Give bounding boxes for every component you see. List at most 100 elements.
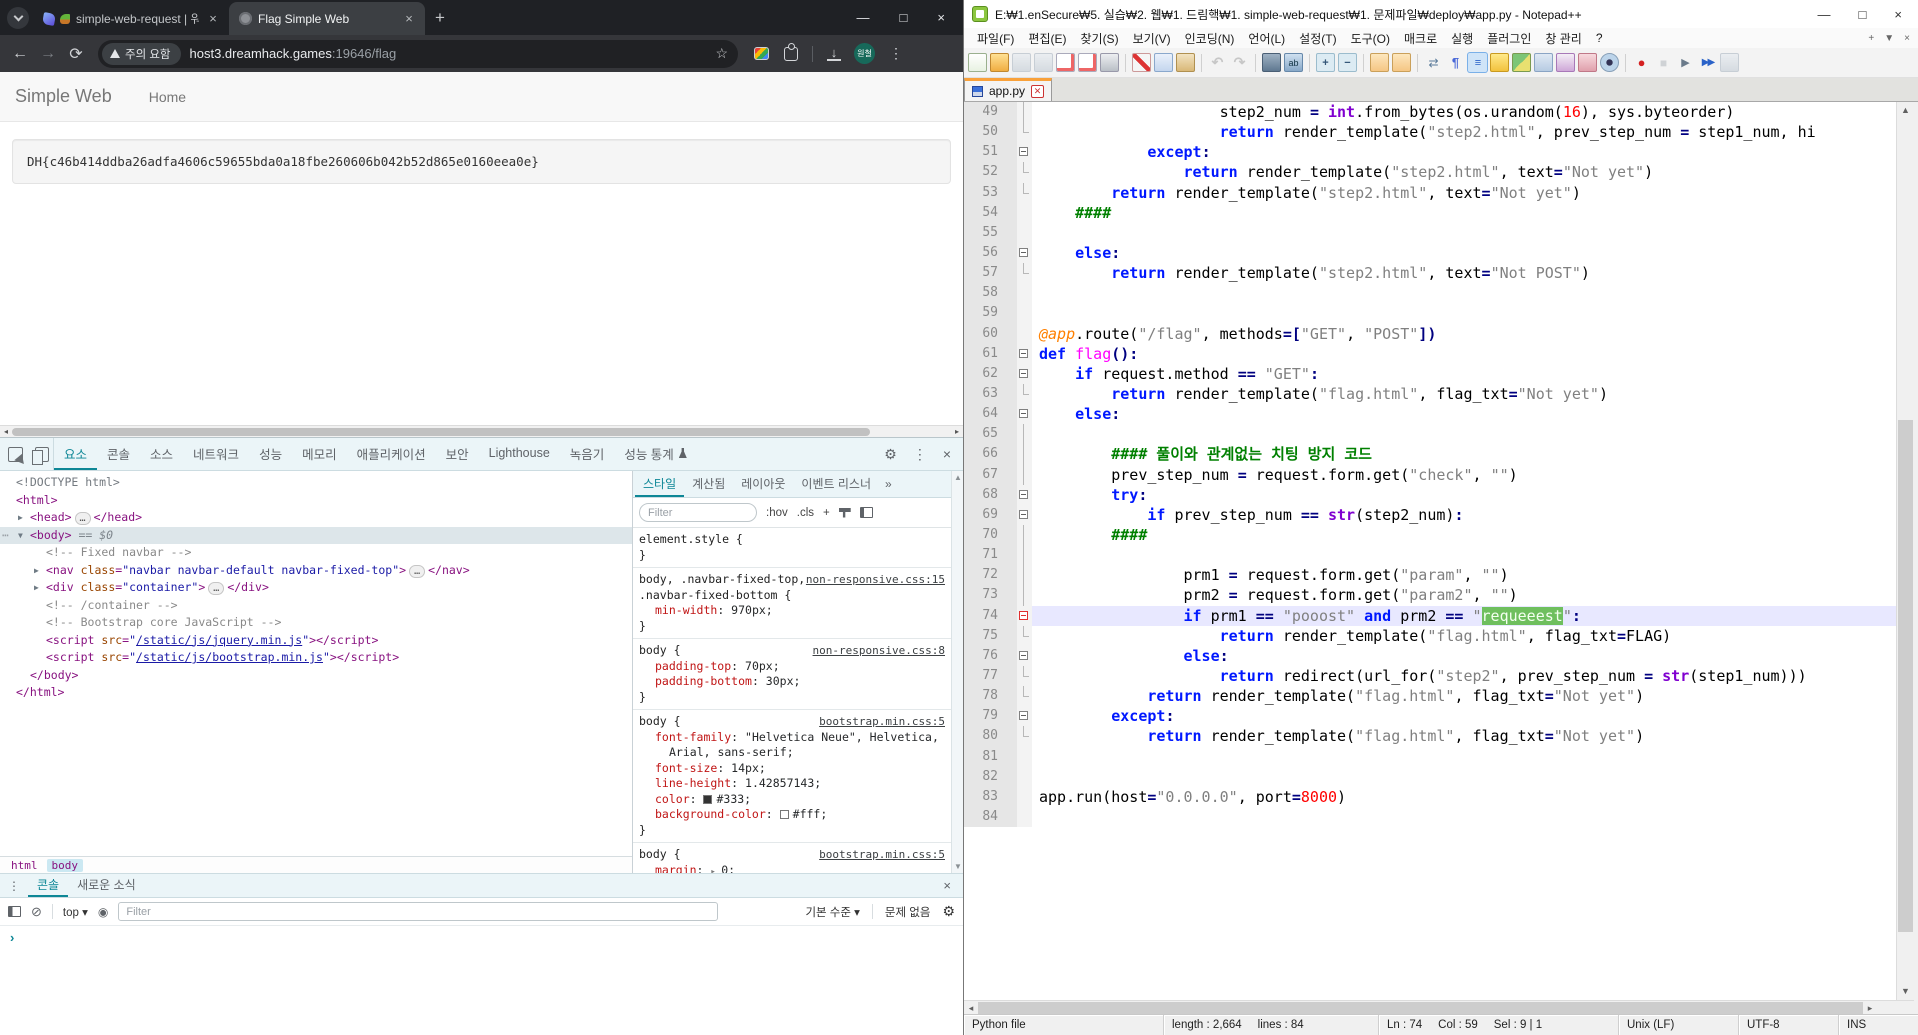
back-button[interactable]: ← <box>6 45 34 63</box>
code-line-50[interactable]: 50 return render_template("step2.html", … <box>964 122 1896 143</box>
maximize-button[interactable]: □ <box>900 10 908 25</box>
maximize-button[interactable]: □ <box>1859 7 1867 22</box>
code-line-74[interactable]: 74 if prm1 == "pooost" and prm2 == "requ… <box>964 605 1896 626</box>
scroll-right-icon[interactable]: ▸ <box>1863 1001 1877 1015</box>
code-line-64[interactable]: 64 else: <box>964 404 1896 425</box>
fold-margin[interactable] <box>1017 102 1032 123</box>
sidebar-layout-icon[interactable] <box>859 507 873 518</box>
stylesheet-link[interactable]: bootstrap.min.css:5 <box>819 714 945 730</box>
menu-도구(O)[interactable]: 도구(O) <box>1344 30 1397 47</box>
styles-tab-스타일[interactable]: 스타일 <box>635 471 685 497</box>
bookmark-margin[interactable] <box>1004 404 1017 425</box>
code-line-83[interactable]: 83 app.run(host="0.0.0.0", port=8000) <box>964 786 1896 807</box>
code-line-71[interactable]: 71 <box>964 545 1896 566</box>
tree-row[interactable]: ▶ <head>… </head> <box>0 509 632 527</box>
devtools-tab-성능[interactable]: 성능 <box>249 438 292 470</box>
console-tab-콘솔[interactable]: 콘솔 <box>28 874 69 897</box>
show-all-characters-icon[interactable]: ¶ <box>1446 53 1465 72</box>
address-bar[interactable]: 주의 요함 host3.dreamhack.games:19646/flag ☆ <box>98 39 738 68</box>
fold-margin[interactable] <box>1017 786 1032 807</box>
live-expression-eye-icon[interactable]: ◉ <box>98 905 108 919</box>
code-line-68[interactable]: 68 try: <box>964 484 1896 505</box>
bookmark-margin[interactable] <box>1004 323 1017 344</box>
code-line-56[interactable]: 56 else: <box>964 242 1896 264</box>
site-brand[interactable]: Simple Web <box>0 86 127 107</box>
toggle-hover-state-button[interactable]: :hov <box>766 507 788 519</box>
devtools-tab-요소[interactable]: 요소 <box>54 438 98 470</box>
fold-margin[interactable] <box>1017 524 1032 546</box>
bookmark-margin[interactable] <box>1004 786 1017 807</box>
bookmark-margin[interactable] <box>1004 283 1017 304</box>
menu-right-glyph[interactable]: + <box>1868 33 1874 44</box>
style-rule[interactable]: non-responsive.css:15 body, .navbar-fixed… <box>633 568 951 639</box>
bookmark-margin[interactable] <box>1004 726 1017 747</box>
color-swatch[interactable] <box>703 794 713 804</box>
drawer-kebab-icon[interactable]: ⋮ <box>0 874 28 897</box>
code-line-62[interactable]: 62 if request.method == "GET": <box>964 363 1896 384</box>
bookmark-margin[interactable] <box>1004 746 1017 767</box>
replace-icon[interactable]: ab <box>1284 53 1303 72</box>
devtools-tab-보안[interactable]: 보안 <box>436 438 479 470</box>
bookmark-margin[interactable] <box>1004 363 1017 384</box>
code-line-61[interactable]: 61 def flag(): <box>964 343 1896 364</box>
bookmark-margin[interactable] <box>1004 383 1017 405</box>
scrollbar-thumb[interactable] <box>12 428 870 436</box>
bookmark-margin[interactable] <box>1004 665 1017 687</box>
collapsed-content-badge[interactable]: … <box>74 512 91 525</box>
bookmark-margin[interactable] <box>1004 343 1017 364</box>
code-line-63[interactable]: 63 return render_template("flag.html", f… <box>964 383 1896 405</box>
devtools-tab-소스[interactable]: 소스 <box>140 438 183 470</box>
fold-margin[interactable] <box>1017 182 1032 203</box>
menu-인코딩(N)[interactable]: 인코딩(N) <box>1178 30 1242 47</box>
code-line-51[interactable]: 51 except: <box>964 142 1896 163</box>
print-icon[interactable] <box>1100 53 1119 72</box>
bookmark-margin[interactable] <box>1004 605 1017 626</box>
tree-row[interactable]: </html> <box>0 684 632 702</box>
fold-margin[interactable] <box>1017 706 1032 727</box>
fold-collapse-icon[interactable] <box>1019 711 1028 721</box>
macro-stop-icon[interactable]: ■ <box>1654 53 1673 72</box>
code-line-81[interactable]: 81 <box>964 746 1896 767</box>
wrap-symbol-icon[interactable]: ⇄ <box>1424 53 1443 72</box>
save-all-icon[interactable] <box>1034 53 1053 72</box>
code-line-67[interactable]: 67 prev_step_num = request.form.get("che… <box>964 464 1896 485</box>
style-rule[interactable]: bootstrap.min.css:5body {margin: ▸ 0;} <box>633 843 951 873</box>
scroll-up-icon[interactable]: ▲ <box>1897 102 1914 119</box>
bookmark-margin[interactable] <box>1004 242 1017 264</box>
close-all-icon[interactable] <box>1078 53 1097 72</box>
fold-margin[interactable] <box>1017 484 1032 505</box>
menu-언어(L)[interactable]: 언어(L) <box>1241 30 1292 47</box>
tree-row[interactable]: ⋯ ▼ <body> == $0 <box>0 526 632 544</box>
bookmark-margin[interactable] <box>1004 585 1017 606</box>
fold-collapse-icon[interactable] <box>1019 509 1028 519</box>
bookmark-margin[interactable] <box>1004 122 1017 143</box>
browser-tab-2[interactable]: Flag Simple Web × <box>229 2 425 35</box>
code-line-53[interactable]: 53 return render_template("step2.html", … <box>964 182 1896 203</box>
fold-collapse-icon[interactable] <box>1019 409 1028 419</box>
menu-매크로[interactable]: 매크로 <box>1397 30 1444 47</box>
tree-row[interactable]: <html> <box>0 492 632 510</box>
inspect-element-icon[interactable] <box>8 446 23 462</box>
tree-row[interactable]: </body> <box>0 667 632 685</box>
style-property[interactable]: padding-bottom: 30px; <box>639 674 947 690</box>
code-line-59[interactable]: 59 <box>964 303 1896 324</box>
fold-margin[interactable] <box>1017 323 1032 344</box>
fold-collapse-icon[interactable] <box>1019 489 1028 499</box>
console-context-selector[interactable]: top ▾ <box>63 905 88 919</box>
redo-icon[interactable]: ↷ <box>1230 53 1249 72</box>
style-property[interactable]: margin: ▸ 0; <box>639 863 947 874</box>
stylesheet-link[interactable]: non-responsive.css:15 <box>806 572 945 588</box>
fold-margin[interactable] <box>1017 242 1032 264</box>
devtools-tab-애플리케이션[interactable]: 애플리케이션 <box>347 438 436 470</box>
console-filter-input[interactable] <box>118 902 719 921</box>
settings-gear-icon[interactable]: ⚙ <box>884 446 897 463</box>
issues-counter[interactable]: 문제 없음 <box>885 904 931 920</box>
scroll-left-icon[interactable]: ◂ <box>964 1001 978 1015</box>
menu-right-glyph[interactable]: × <box>1904 33 1910 44</box>
distraction-free-icon[interactable] <box>1392 53 1411 72</box>
fold-margin[interactable] <box>1017 424 1032 445</box>
bookmark-margin[interactable] <box>1004 222 1017 243</box>
fold-collapse-icon[interactable] <box>1019 147 1028 157</box>
code-line-66[interactable]: 66 #### 풀이와 관계없는 치팅 방지 코드 <box>964 444 1896 465</box>
pinned-extension-icon[interactable] <box>754 47 769 60</box>
